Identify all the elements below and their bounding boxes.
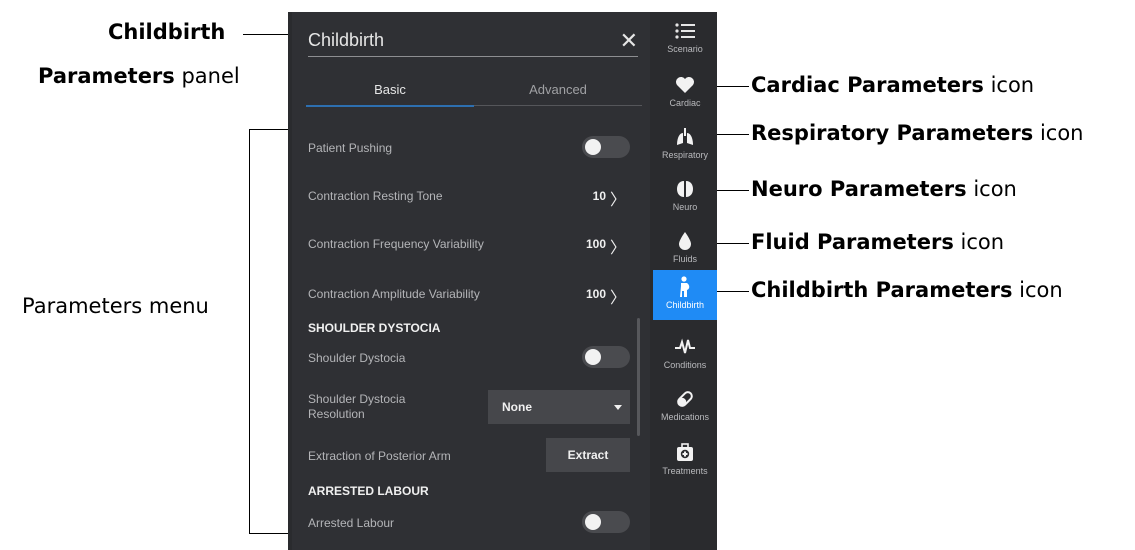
rail-label: Medications bbox=[660, 412, 710, 422]
patient-pushing-label: Patient Pushing bbox=[308, 141, 393, 155]
parameters-menu-bracket bbox=[249, 129, 290, 534]
contraction-amplitude-variability-label: Contraction Amplitude Variability bbox=[308, 287, 480, 301]
first-aid-kit-icon bbox=[653, 442, 717, 464]
shoulder-dystocia-resolution-select[interactable]: None bbox=[488, 390, 630, 424]
contraction-frequency-variability-row[interactable]: Contraction Frequency Variability 100 〉 bbox=[308, 237, 630, 257]
resolution-label-line2: Resolution bbox=[308, 407, 365, 421]
callout-bold: Childbirth Parameters bbox=[751, 278, 1013, 302]
arrested-labour-toggle[interactable] bbox=[582, 511, 630, 533]
app-window: Childbirth ✕ Basic Advanced Patient Push… bbox=[288, 12, 717, 550]
rail-item-fluids[interactable]: Fluids bbox=[653, 224, 717, 274]
rail-item-medications[interactable]: Medications bbox=[653, 382, 717, 432]
patient-pushing-row: Patient Pushing bbox=[308, 136, 630, 158]
callout-bold: Cardiac Parameters bbox=[751, 73, 984, 97]
panel-title: Childbirth bbox=[308, 30, 385, 50]
callout-rest: icon bbox=[1033, 121, 1084, 145]
shoulder-dystocia-row: Shoulder Dystocia bbox=[308, 346, 630, 368]
brain-icon bbox=[653, 178, 717, 200]
callout-panel-word: panel bbox=[174, 64, 240, 88]
tab-bar: Basic Advanced bbox=[306, 82, 642, 108]
rail-item-neuro[interactable]: Neuro bbox=[653, 172, 717, 222]
shoulder-dystocia-resolution-label: Shoulder Dystocia Resolution bbox=[308, 392, 405, 422]
toggle-knob bbox=[585, 514, 601, 530]
arrested-labour-section-heading: ARRESTED LABOUR bbox=[308, 484, 429, 498]
contraction-frequency-variability-label: Contraction Frequency Variability bbox=[308, 237, 484, 251]
callout-childbirth-word: Childbirth bbox=[108, 20, 226, 44]
contraction-amplitude-variability-row[interactable]: Contraction Amplitude Variability 100 〉 bbox=[308, 287, 630, 307]
callout-bold: Respiratory Parameters bbox=[751, 121, 1034, 145]
tab-advanced[interactable]: Advanced bbox=[474, 82, 642, 106]
rail-label: Childbirth bbox=[665, 300, 705, 310]
tab-basic[interactable]: Basic bbox=[306, 82, 474, 107]
shoulder-dystocia-toggle[interactable] bbox=[582, 346, 630, 368]
callout-rest: icon bbox=[953, 230, 1005, 254]
panel-header: Childbirth ✕ bbox=[308, 28, 638, 57]
rail-item-scenario[interactable]: Scenario bbox=[653, 14, 717, 64]
extraction-posterior-arm-label: Extraction of Posterior Arm bbox=[308, 449, 451, 463]
childbirth-leader bbox=[713, 291, 749, 292]
pregnant-person-icon bbox=[653, 276, 717, 298]
lungs-icon bbox=[653, 126, 717, 148]
chevron-right-icon[interactable]: 〉 bbox=[610, 186, 626, 210]
rail-label: Neuro bbox=[672, 202, 698, 212]
childbirth-panel-callout: Childbirth bbox=[108, 22, 225, 43]
rail-item-childbirth[interactable]: Childbirth bbox=[653, 270, 717, 320]
contraction-amplitude-variability-value: 100 bbox=[585, 287, 606, 301]
rail-item-treatments[interactable]: Treatments bbox=[653, 436, 717, 486]
close-icon[interactable]: ✕ bbox=[620, 28, 638, 54]
toggle-knob bbox=[585, 349, 601, 365]
rail-item-cardiac[interactable]: Cardiac bbox=[653, 68, 717, 118]
extraction-posterior-arm-row: Extraction of Posterior Arm Extract bbox=[308, 438, 630, 472]
arrested-labour-label: Arrested Labour bbox=[308, 516, 395, 530]
childbirth-parameters-callout: Childbirth Parameters icon bbox=[751, 280, 1063, 301]
callout-rest: icon bbox=[1012, 278, 1063, 302]
childbirth-panel-leader bbox=[243, 34, 288, 35]
callout-rest: icon bbox=[983, 73, 1035, 97]
droplet-icon bbox=[653, 230, 717, 252]
pill-icon bbox=[653, 388, 717, 410]
contraction-resting-tone-value: 10 bbox=[592, 189, 606, 203]
fluid-parameters-callout: Fluid Parameters icon bbox=[751, 232, 1004, 253]
callout-parameters-word: Parameters bbox=[38, 64, 175, 88]
list-icon bbox=[653, 20, 717, 42]
cardiac-leader bbox=[713, 86, 749, 87]
cardiac-parameters-callout: Cardiac Parameters icon bbox=[751, 75, 1034, 96]
caret-down-icon bbox=[614, 405, 622, 410]
select-value: None bbox=[502, 400, 532, 414]
heart-icon bbox=[653, 74, 717, 96]
chevron-right-icon[interactable]: 〉 bbox=[610, 284, 626, 308]
rail-label: Respiratory bbox=[661, 150, 708, 160]
childbirth-panel-callout-line2: Parameters panel bbox=[38, 66, 240, 87]
shoulder-dystocia-resolution-row: Shoulder Dystocia Resolution None bbox=[308, 390, 630, 424]
resolution-label-line1: Shoulder Dystocia bbox=[308, 392, 406, 406]
rail-label: Cardiac bbox=[669, 98, 701, 108]
rail-label: Scenario bbox=[667, 44, 703, 54]
scrollbar[interactable] bbox=[637, 318, 640, 436]
rail-label: Conditions bbox=[663, 360, 707, 370]
callout-rest: icon bbox=[966, 177, 1017, 201]
callout-bold: Neuro Parameters bbox=[751, 177, 967, 201]
rail-item-conditions[interactable]: Conditions bbox=[653, 330, 717, 380]
icon-rail: Scenario Cardiac Respiratory Neuro Fluid bbox=[653, 12, 717, 550]
contraction-frequency-variability-value: 100 bbox=[585, 237, 606, 251]
neuro-parameters-callout: Neuro Parameters icon bbox=[751, 179, 1017, 200]
shoulder-dystocia-label: Shoulder Dystocia bbox=[308, 351, 406, 365]
contraction-resting-tone-row[interactable]: Contraction Resting Tone 10 〉 bbox=[308, 189, 630, 209]
rail-label: Treatments bbox=[662, 466, 708, 476]
childbirth-parameters-panel: Childbirth ✕ Basic Advanced Patient Push… bbox=[292, 12, 650, 550]
contraction-resting-tone-label: Contraction Resting Tone bbox=[308, 189, 443, 203]
extract-button[interactable]: Extract bbox=[546, 438, 630, 472]
shoulder-dystocia-section-heading: SHOULDER DYSTOCIA bbox=[308, 321, 441, 335]
parameters-menu-callout: Parameters menu bbox=[22, 294, 209, 318]
arrested-labour-row: Arrested Labour bbox=[308, 511, 630, 533]
rail-label: Fluids bbox=[672, 254, 697, 264]
pulse-icon bbox=[653, 336, 717, 358]
chevron-right-icon[interactable]: 〉 bbox=[610, 234, 626, 258]
callout-bold: Fluid Parameters bbox=[751, 230, 954, 254]
respiratory-parameters-callout: Respiratory Parameters icon bbox=[751, 123, 1084, 144]
toggle-knob bbox=[585, 139, 601, 155]
rail-item-respiratory[interactable]: Respiratory bbox=[653, 120, 717, 170]
patient-pushing-toggle[interactable] bbox=[582, 136, 630, 158]
